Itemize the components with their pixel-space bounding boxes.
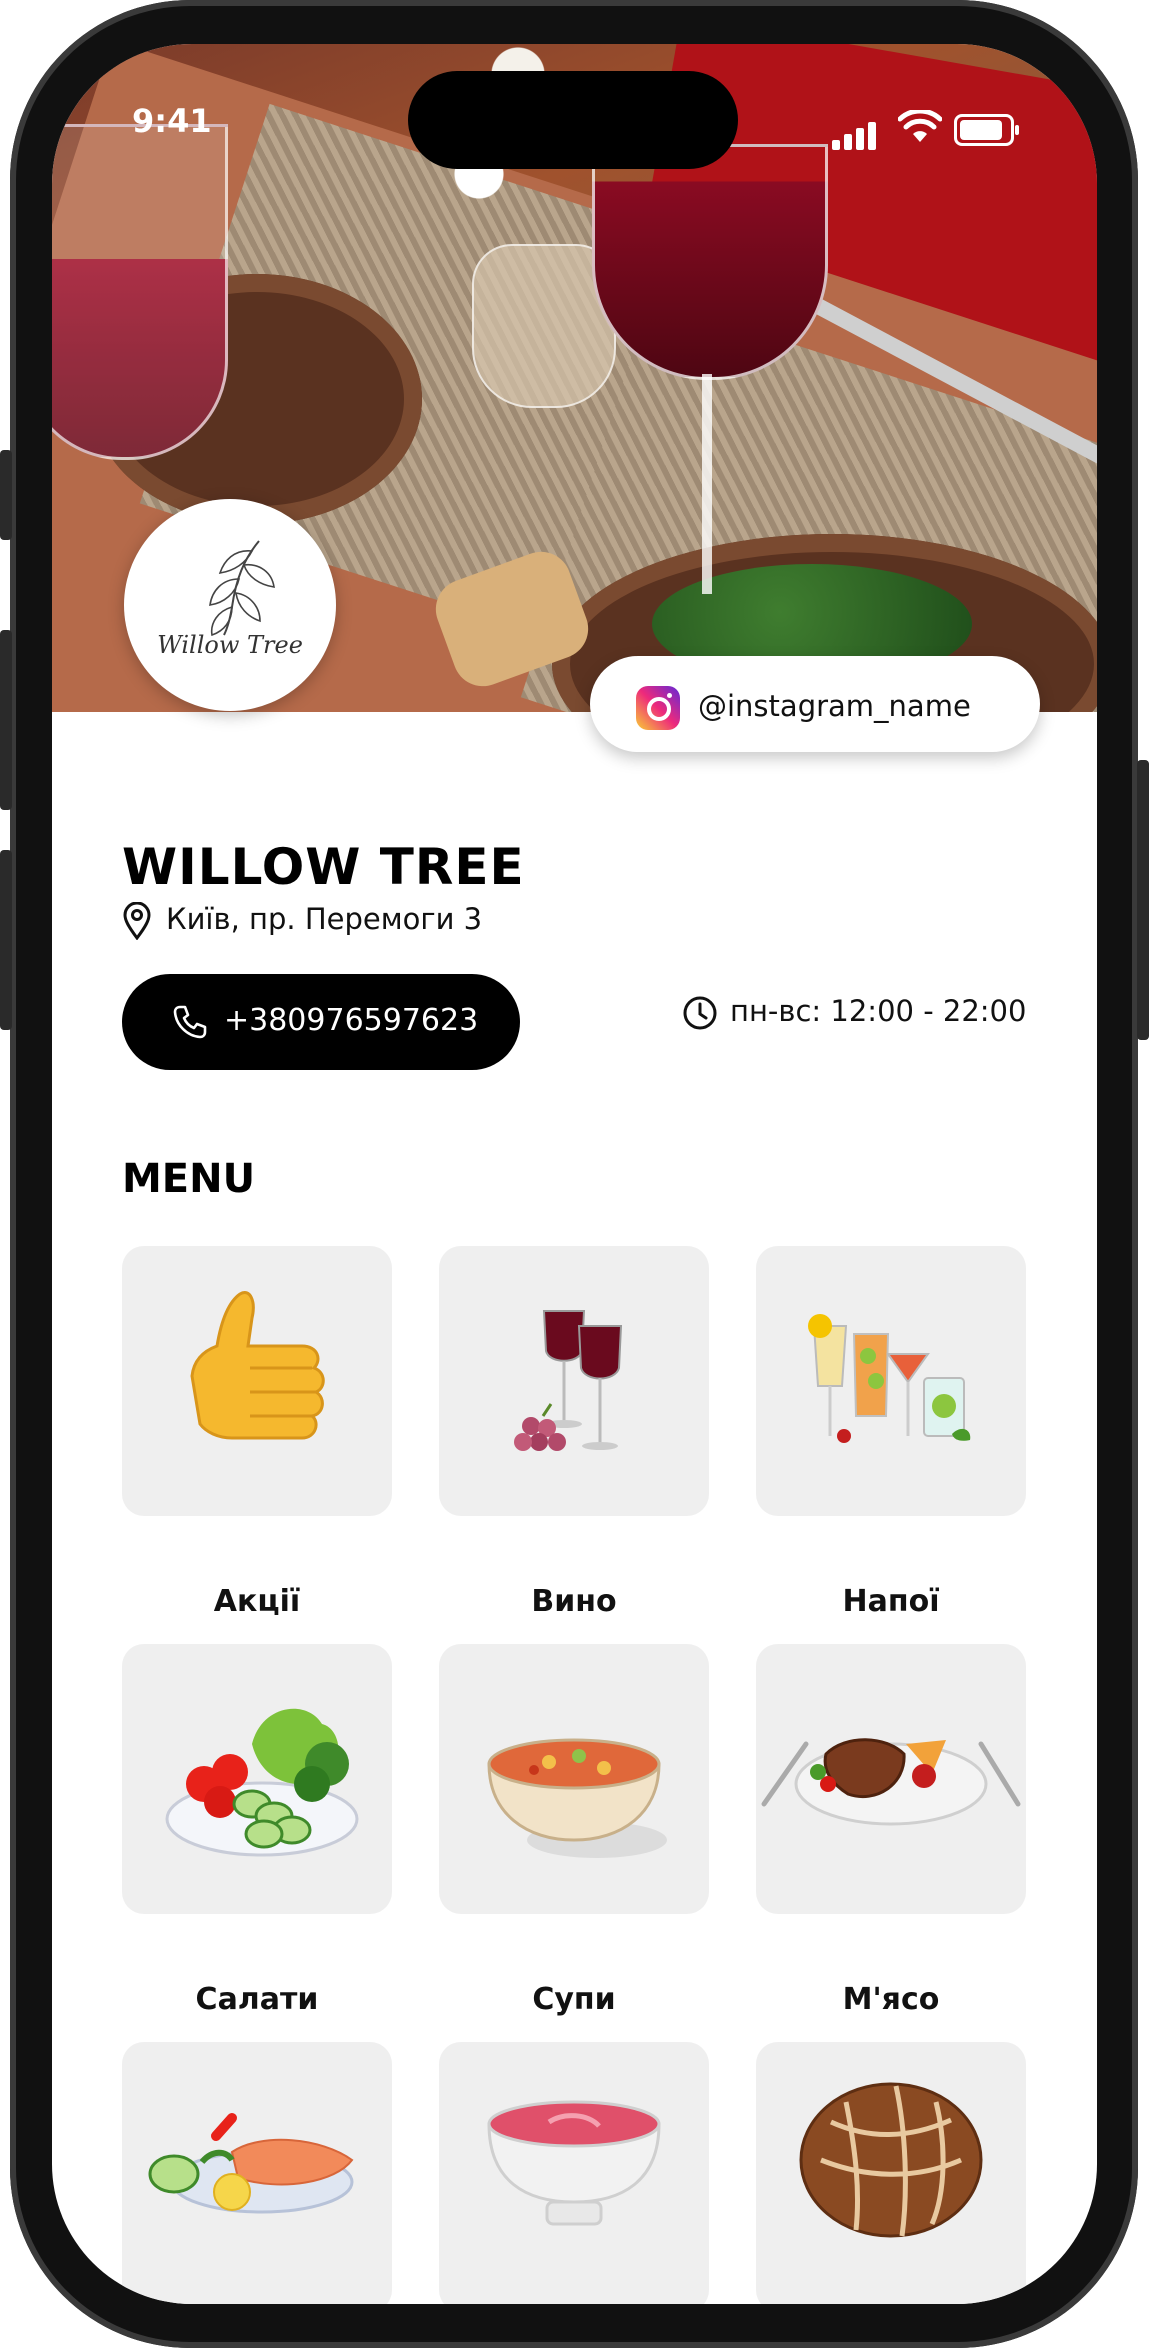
opening-hours: пн-вс: 12:00 - 22:00 (682, 994, 1026, 1031)
menu-label-soups: Супи (532, 1982, 616, 2017)
call-button[interactable]: +380976597623 (122, 974, 520, 1070)
clock-icon (683, 996, 717, 1030)
menu-category-desserts[interactable] (439, 2042, 709, 2304)
menu-category-promotions[interactable] (122, 1246, 392, 1516)
dynamic-island (408, 71, 738, 169)
fish-icon (148, 2113, 354, 2214)
action-button (0, 450, 12, 540)
instagram-handle: @instagram_name (698, 689, 971, 723)
bread-icon (799, 2082, 983, 2238)
volume-up-button (0, 630, 12, 810)
phone-number: +380976597623 (224, 1003, 479, 1038)
logo-wordmark: Willow Tree (157, 631, 303, 659)
menu-category-soups[interactable] (439, 1644, 709, 1914)
menu-category-wine[interactable] (439, 1246, 709, 1516)
restaurant-name: WILLOW TREE (122, 838, 525, 896)
screen: 9:41 Willow Tree @instagram_name WILLOW … (52, 44, 1097, 2304)
menu-label-wine: Вино (531, 1584, 617, 1619)
wifi-icon (898, 110, 942, 142)
power-button (1137, 760, 1149, 1040)
dessert-bowl-icon (487, 2100, 661, 2226)
hours-text: пн-вс: 12:00 - 22:00 (730, 994, 1027, 1028)
volume-down-button (0, 850, 12, 1030)
menu-label-drinks: Напої (842, 1584, 940, 1619)
menu-category-meat[interactable] (756, 1644, 1026, 1914)
phone-frame: 9:41 Willow Tree @instagram_name WILLOW … (0, 0, 1149, 2348)
menu-category-drinks[interactable] (756, 1246, 1026, 1516)
instagram-button[interactable]: @instagram_name (590, 656, 1040, 752)
wine-glasses-icon (514, 1310, 623, 1451)
menu-category-salads[interactable] (122, 1644, 392, 1914)
cellular-signal-icon (832, 122, 880, 150)
menu-heading: MENU (122, 1156, 256, 1202)
status-bar: 9:41 (52, 44, 1097, 169)
menu-category-fish[interactable] (122, 2042, 392, 2304)
willow-branch-icon (209, 540, 275, 637)
menu-label-meat: М'ясо (842, 1982, 940, 2017)
address-text: Київ, пр. Перемоги 3 (166, 902, 483, 936)
phone-icon (173, 1005, 207, 1039)
battery-icon (954, 114, 1019, 146)
thumbs-up-icon (190, 1291, 325, 1440)
location-pin-icon (123, 902, 151, 940)
instagram-icon (636, 686, 680, 730)
menu-label-salads: Салати (195, 1982, 319, 2017)
soup-bowl-icon (487, 1738, 667, 1858)
cocktails-icon (808, 1314, 971, 1443)
menu-category-bread[interactable] (756, 2042, 1026, 2304)
salad-icon (165, 1708, 359, 1857)
restaurant-logo: Willow Tree (124, 499, 336, 711)
steak-icon (761, 1738, 1021, 1826)
restaurant-address[interactable]: Київ, пр. Перемоги 3 (122, 902, 482, 940)
status-time: 9:41 (132, 102, 212, 140)
menu-label-promotions: Акції (213, 1584, 301, 1619)
